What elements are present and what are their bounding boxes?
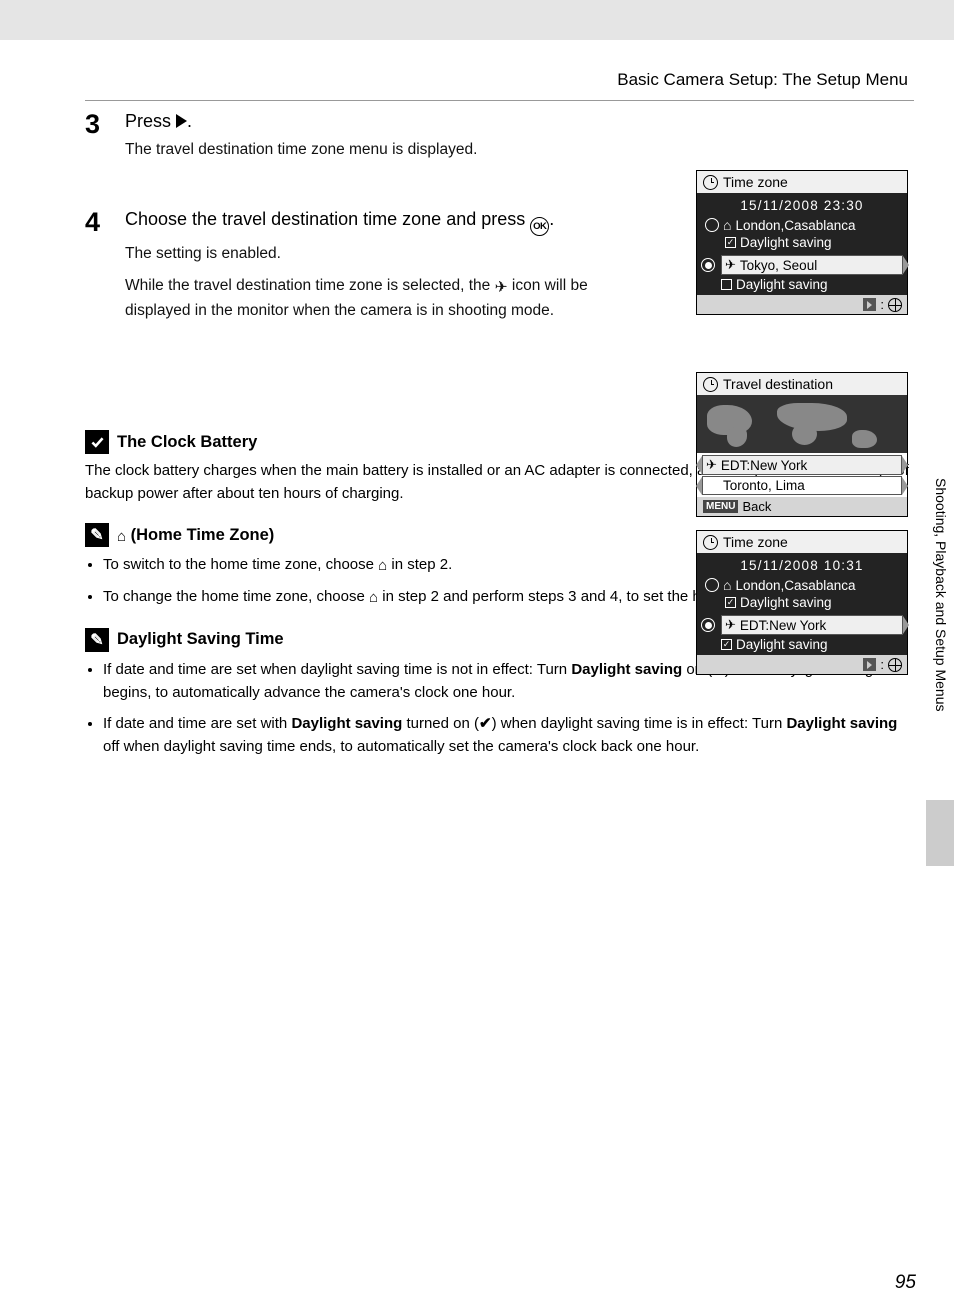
side-tab-shade [926,800,954,866]
radio-filled-icon [701,618,715,632]
step-number: 3 [85,111,125,169]
plane-icon: ✈ [725,617,736,633]
lcd-timezone-1: Time zone 15/11/2008 23:30 ⌂London,Casab… [696,170,908,315]
step-text: The setting is enabled. [125,242,605,265]
check-square-icon [85,430,109,454]
play-icon [863,298,876,311]
note-title: ⌂ (Home Time Zone) [117,526,274,545]
play-icon [863,658,876,671]
globe-icon [888,658,902,672]
right-arrow-icon [176,114,187,128]
plane-icon: ✈ [725,257,736,273]
home-icon: ⌂ [369,589,378,606]
plane-icon: ✈ [706,457,717,473]
page-number: 95 [895,1272,916,1294]
step-title: Choose the travel destination time zone … [125,209,605,236]
lcd-footer: : [697,655,907,674]
document-page: Basic Camera Setup: The Setup Menu 3 Pre… [0,40,954,1314]
lcd-footer: : [697,295,907,314]
highlighted-row: ✈EDT:New York [702,455,902,475]
home-icon: ⌂ [723,217,731,233]
step-text: While the travel destination time zone i… [125,274,605,323]
clock-icon [703,377,718,392]
page-header: Basic Camera Setup: The Setup Menu [85,70,914,90]
world-map [697,395,907,453]
menu-badge-icon: MENU [703,500,738,513]
side-tab: Shooting, Playback and Setup Menus [928,460,954,726]
home-icon: ⌂ [117,528,126,545]
highlighted-row: ✈EDT:New York [721,615,903,635]
step-text: The travel destination time zone menu is… [125,138,605,161]
radio-icon [705,218,719,232]
clock-icon [703,175,718,190]
list-item: If date and time are set with Daylight s… [103,712,914,759]
pencil-square-icon: ✎ [85,628,109,652]
lcd-footer: MENUBack [697,497,907,516]
lcd-travel-dest: Travel destination ✈EDT:New York Toronto… [696,372,908,517]
divider [85,100,914,101]
clock-icon [703,535,718,550]
ok-button-icon: OK [530,217,549,236]
radio-icon [705,578,719,592]
lcd-timezone-2: Time zone 15/11/2008 10:31 ⌂London,Casab… [696,530,908,675]
globe-icon [888,298,902,312]
home-icon: ⌂ [723,577,731,593]
checkbox-icon: ✓ [725,237,736,248]
row: Toronto, Lima [702,476,902,495]
step-number: 4 [85,209,125,330]
pencil-square-icon: ✎ [85,523,109,547]
checkbox-icon [721,279,732,290]
highlighted-row: ✈Tokyo, Seoul [721,255,903,275]
plane-icon: ✈ [495,276,508,299]
checkbox-icon: ✓ [725,597,736,608]
radio-filled-icon [701,258,715,272]
home-icon: ⌂ [378,557,387,574]
step-title: Press . [125,111,605,132]
step-3: 3 Press . The travel destination time zo… [85,111,914,169]
checkbox-icon: ✓ [721,639,732,650]
check-icon: ✔ [479,712,492,735]
